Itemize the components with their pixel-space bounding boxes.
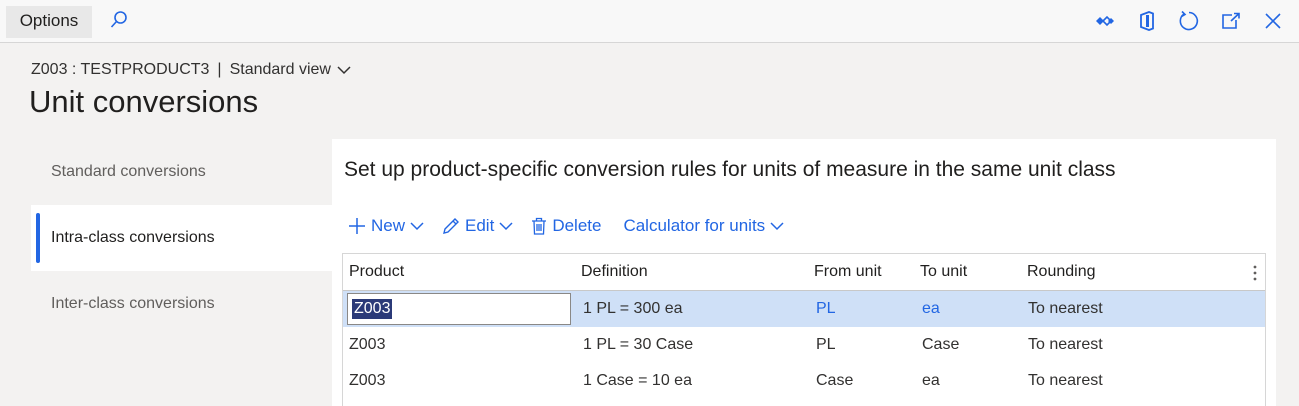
table-row[interactable]: Z003 1 PL = 300 ea PL ea To nearest xyxy=(343,291,1265,327)
chevron-down-icon xyxy=(770,222,784,231)
breadcrumb: Z003 : TESTPRODUCT3 | Standard view xyxy=(31,61,351,79)
window-actions xyxy=(1093,8,1285,34)
nav-item-inter-class-conversions[interactable]: Inter-class conversions xyxy=(31,271,332,337)
from-unit-cell[interactable]: PL xyxy=(816,291,836,327)
column-header-rounding[interactable]: Rounding xyxy=(1027,254,1096,290)
breadcrumb-separator: | xyxy=(217,61,222,78)
column-header-product[interactable]: Product xyxy=(349,254,404,290)
diamond-icon[interactable] xyxy=(1093,9,1117,33)
delete-button[interactable]: Delete xyxy=(531,216,601,236)
rounding-cell: To nearest xyxy=(1028,300,1103,317)
edit-label: Edit xyxy=(465,216,495,235)
definition-cell: 1 PL = 30 Case xyxy=(583,336,694,353)
left-nav: Standard conversions Intra-class convers… xyxy=(31,139,332,337)
action-toolbar: New Edit Delete Calculator for units xyxy=(348,213,802,239)
table-row[interactable]: Z003 1 PL = 30 Case PL Case To nearest xyxy=(343,327,1265,363)
nav-item-standard-conversions[interactable]: Standard conversions xyxy=(31,139,332,205)
to-unit-cell: Case xyxy=(922,336,960,353)
to-unit-cell[interactable]: ea xyxy=(922,291,940,327)
office-icon[interactable] xyxy=(1135,9,1159,33)
grid-header: Product Definition From unit To unit Rou… xyxy=(343,254,1265,291)
nav-item-label: Inter-class conversions xyxy=(51,295,215,312)
column-header-from-unit[interactable]: From unit xyxy=(814,254,882,290)
delete-label: Delete xyxy=(552,216,602,235)
edit-button[interactable]: Edit xyxy=(442,216,513,236)
nav-item-label: Intra-class conversions xyxy=(51,229,215,246)
options-label: Options xyxy=(19,11,79,30)
content-panel: Set up product-specific conversion rules… xyxy=(332,139,1276,406)
conversions-grid: Product Definition From unit To unit Rou… xyxy=(342,253,1266,406)
table-row[interactable]: Z003 1 Case = 10 ea Case ea To nearest xyxy=(343,363,1265,399)
rounding-cell: To nearest xyxy=(1028,372,1103,389)
product-value: Z003 xyxy=(352,299,393,319)
new-label: New xyxy=(371,216,406,235)
from-unit-cell: PL xyxy=(816,336,836,353)
top-bar: Options xyxy=(0,0,1299,43)
definition-cell: 1 PL = 300 ea xyxy=(583,300,683,317)
chevron-down-icon xyxy=(499,222,513,231)
definition-cell: 1 Case = 10 ea xyxy=(583,372,692,389)
product-cell: Z003 xyxy=(349,372,386,389)
trash-icon xyxy=(532,217,547,235)
view-selector[interactable]: Standard view xyxy=(230,61,351,79)
view-label: Standard view xyxy=(229,61,331,78)
rounding-cell: To nearest xyxy=(1028,336,1103,353)
product-cell: Z003 xyxy=(349,336,386,353)
more-options-icon[interactable] xyxy=(1253,254,1257,291)
plus-icon xyxy=(349,218,365,234)
options-tab[interactable]: Options xyxy=(6,6,92,38)
calculator-label: Calculator for units xyxy=(623,216,766,235)
open-new-window-icon[interactable] xyxy=(1219,9,1243,33)
panel-title: Set up product-specific conversion rules… xyxy=(344,158,1116,181)
pencil-icon xyxy=(443,218,460,234)
chevron-down-icon xyxy=(410,222,424,231)
product-input[interactable]: Z003 xyxy=(347,293,571,325)
refresh-icon[interactable] xyxy=(1177,9,1201,33)
to-unit-cell: ea xyxy=(922,372,940,389)
column-header-definition[interactable]: Definition xyxy=(581,254,648,290)
column-header-to-unit[interactable]: To unit xyxy=(920,254,967,290)
chevron-down-icon xyxy=(337,66,351,75)
nav-item-label: Standard conversions xyxy=(51,163,206,180)
search-icon[interactable] xyxy=(108,9,130,31)
page-title: Unit conversions xyxy=(29,84,259,119)
nav-item-intra-class-conversions[interactable]: Intra-class conversions xyxy=(31,205,332,271)
close-icon[interactable] xyxy=(1261,9,1285,33)
new-button[interactable]: New xyxy=(348,216,424,236)
record-label: Z003 : TESTPRODUCT3 xyxy=(31,61,210,78)
from-unit-cell: Case xyxy=(816,372,854,389)
calculator-for-units-button[interactable]: Calculator for units xyxy=(623,216,784,236)
